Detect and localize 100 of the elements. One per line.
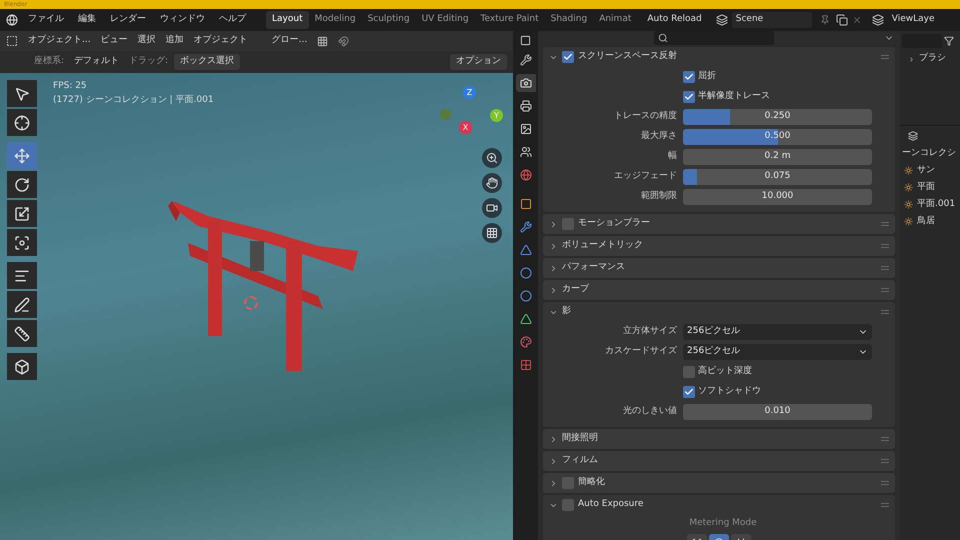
- dropdown[interactable]: 256ピクセル: [683, 344, 872, 360]
- drag-handle-icon: [881, 481, 889, 485]
- mode-dropdown[interactable]: オブジェクト...: [28, 34, 91, 48]
- scene-info: (1727) シーンコレクション | 平面.001: [53, 94, 214, 107]
- panel-header[interactable]: スクリーンスペース反射: [543, 47, 895, 67]
- chevron-icon: [549, 264, 558, 272]
- annotate-icon[interactable]: [7, 291, 37, 318]
- object-icon: [904, 183, 913, 192]
- number-field[interactable]: 10.000: [683, 189, 872, 205]
- outliner-item[interactable]: 平面: [917, 180, 935, 194]
- move-icon[interactable]: [7, 142, 37, 169]
- transform-icon[interactable]: [7, 229, 37, 256]
- negative-axis-handle[interactable]: [440, 109, 451, 120]
- menu-item[interactable]: 選択: [138, 34, 156, 48]
- collection-item[interactable]: ーンコレクシ: [900, 145, 960, 162]
- panel-header[interactable]: モーションブラー: [543, 214, 895, 234]
- zoom-icon[interactable]: [482, 148, 502, 168]
- coordinate-dropdown[interactable]: デフォルト: [70, 55, 124, 69]
- z-axis-handle[interactable]: Z: [463, 86, 476, 99]
- copy-icon[interactable]: [836, 14, 848, 26]
- chevron-icon[interactable]: [908, 56, 915, 62]
- workspace-tab[interactable]: Shading: [544, 11, 594, 29]
- checkbox[interactable]: [683, 366, 695, 378]
- auto-reload-label[interactable]: Auto Reload: [647, 13, 702, 27]
- menu-item[interactable]: 編集: [78, 13, 96, 27]
- property-label: 立方体サイズ: [622, 325, 678, 338]
- property-label: カスケードサイズ: [604, 345, 678, 358]
- search-field[interactable]: [654, 31, 774, 45]
- slider-field[interactable]: 0.075: [683, 169, 872, 185]
- grid-icon[interactable]: [482, 223, 502, 243]
- editor-type-icon[interactable]: [520, 35, 531, 46]
- workspace-tab[interactable]: Sculpting: [362, 11, 416, 29]
- panel-header[interactable]: フィルム: [543, 451, 895, 471]
- scale-icon[interactable]: [7, 200, 37, 227]
- align-icon[interactable]: [7, 262, 37, 289]
- panel-header[interactable]: Auto Exposure: [543, 495, 895, 515]
- camera-icon[interactable]: [482, 198, 502, 218]
- ruler-icon[interactable]: [7, 320, 37, 347]
- property-label: トレースの精度: [613, 110, 678, 124]
- chevron-icon: [549, 242, 558, 250]
- menu-item[interactable]: オブジェクト: [194, 34, 248, 48]
- checkbox[interactable]: [683, 91, 695, 103]
- view-layer-icon[interactable]: [872, 14, 884, 26]
- menu-item[interactable]: レンダー: [110, 13, 146, 27]
- menu-item[interactable]: ファイル: [28, 13, 64, 27]
- workspace-tab[interactable]: Animat: [593, 11, 638, 29]
- slider-field[interactable]: 0.250: [683, 109, 872, 125]
- pin-icon[interactable]: [820, 15, 830, 25]
- panel-header[interactable]: カーブ: [543, 280, 895, 300]
- checkbox[interactable]: [562, 499, 574, 511]
- chevron-icon: [549, 478, 558, 488]
- number-field[interactable]: 0.2 m: [683, 149, 872, 165]
- scene-field[interactable]: Scene: [732, 12, 812, 28]
- orientation-dropdown[interactable]: グロー...: [272, 34, 308, 48]
- outliner-item[interactable]: サン: [917, 164, 935, 178]
- checkbox[interactable]: [683, 71, 695, 83]
- panel-header[interactable]: 間接照明: [543, 429, 895, 449]
- menu-item[interactable]: ウィンドウ: [160, 13, 205, 27]
- drag-handle-icon: [881, 310, 889, 314]
- outliner-item[interactable]: 鳥居: [917, 214, 935, 228]
- display-mode-icon[interactable]: [908, 130, 918, 140]
- cursor-icon[interactable]: [7, 109, 37, 136]
- close-icon[interactable]: [852, 15, 862, 25]
- app-logo-icon[interactable]: [6, 14, 18, 26]
- add-cube-icon[interactable]: [7, 353, 37, 380]
- filter-icon[interactable]: [944, 36, 954, 46]
- snap-icon[interactable]: [338, 36, 350, 46]
- panel-header[interactable]: ボリューメトリック: [543, 236, 895, 256]
- options-dropdown[interactable]: オプション: [450, 54, 507, 70]
- menu-item[interactable]: 追加: [166, 34, 184, 48]
- panel-title: パフォーマンス: [562, 261, 626, 274]
- panel-header[interactable]: パフォーマンス: [543, 258, 895, 278]
- menu-item[interactable]: ビュー: [100, 34, 128, 48]
- drag-label: ドラッグ:: [129, 55, 168, 68]
- menu-item[interactable]: ヘルプ: [219, 13, 246, 27]
- number-field[interactable]: 0.010: [683, 404, 872, 420]
- brush-item[interactable]: ブラシ: [919, 52, 946, 66]
- workspace-tab[interactable]: Texture Paint: [474, 11, 545, 29]
- workspace-tab[interactable]: Modeling: [308, 11, 362, 29]
- dropdown[interactable]: 256ピクセル: [683, 324, 872, 340]
- camera-icon[interactable]: [516, 74, 536, 92]
- panel-title: 簡略化: [578, 476, 606, 490]
- checkbox[interactable]: [683, 386, 695, 398]
- scene-icon[interactable]: [716, 14, 728, 26]
- editor-type-icon[interactable]: [6, 35, 18, 47]
- workspace-tab[interactable]: UV Editing: [416, 11, 475, 29]
- select-icon[interactable]: [7, 80, 37, 107]
- checkbox[interactable]: [562, 51, 574, 63]
- view-layer-field[interactable]: ViewLaye: [892, 13, 935, 27]
- drag-dropdown[interactable]: ボックス選択: [174, 54, 240, 70]
- panel-header[interactable]: 影: [543, 302, 895, 322]
- checkbox[interactable]: [562, 218, 574, 230]
- outliner-item[interactable]: 平面.001: [917, 198, 956, 212]
- panel-header[interactable]: 簡略化: [543, 473, 895, 493]
- x-axis-handle[interactable]: X: [459, 121, 472, 134]
- workspace-tab[interactable]: Layout: [266, 11, 309, 29]
- hand-icon[interactable]: [482, 173, 502, 193]
- checkbox-label: 高ビット深度: [698, 365, 752, 378]
- checkbox[interactable]: [562, 477, 574, 489]
- rotate-icon[interactable]: [7, 171, 37, 198]
